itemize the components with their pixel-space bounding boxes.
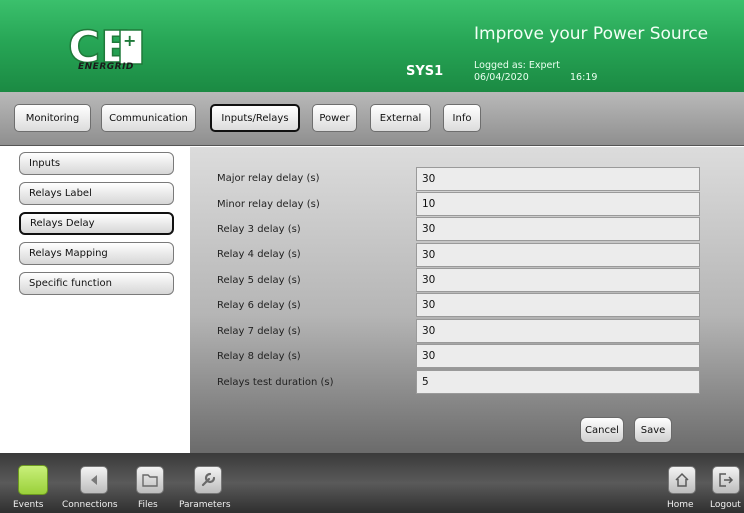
connections-label: Connections xyxy=(62,500,118,510)
save-button[interactable]: Save xyxy=(634,417,672,443)
field-label-minor-relay: Minor relay delay (s) xyxy=(217,199,320,210)
events-button[interactable] xyxy=(18,465,48,495)
relays-delay-panel: Major relay delay (s) 30 Minor relay del… xyxy=(190,147,744,453)
field-label-relay-7: Relay 7 delay (s) xyxy=(217,326,301,337)
connections-button[interactable] xyxy=(80,466,108,494)
tab-bar: Monitoring Communication Inputs/Relays P… xyxy=(0,92,744,146)
tab-inputs-relays[interactable]: Inputs/Relays xyxy=(210,104,300,132)
side-menu: Inputs Relays Label Relays Delay Relays … xyxy=(0,147,190,453)
field-label-relay-4: Relay 4 delay (s) xyxy=(217,249,301,260)
field-relays-test-duration[interactable]: 5 xyxy=(416,370,700,394)
tab-monitoring[interactable]: Monitoring xyxy=(14,104,91,132)
svg-text:+: + xyxy=(123,31,136,50)
logout-icon xyxy=(719,473,734,487)
cancel-button[interactable]: Cancel xyxy=(580,417,624,443)
home-icon xyxy=(675,472,689,487)
tab-info[interactable]: Info xyxy=(443,104,481,132)
field-relay-3-delay[interactable]: 30 xyxy=(416,217,700,241)
side-item-specific-function[interactable]: Specific function xyxy=(19,272,174,295)
header-bar: CE + ENERGRID Improve your Power Source … xyxy=(0,0,744,92)
side-item-relays-mapping[interactable]: Relays Mapping xyxy=(19,242,174,265)
time-label: 16:19 xyxy=(570,72,598,83)
side-item-relays-delay[interactable]: Relays Delay xyxy=(19,212,174,235)
logout-button[interactable] xyxy=(712,466,740,494)
field-major-relay-delay[interactable]: 30 xyxy=(416,167,700,191)
field-label-relay-5: Relay 5 delay (s) xyxy=(217,275,301,286)
side-item-inputs[interactable]: Inputs xyxy=(19,152,174,175)
home-button[interactable] xyxy=(668,466,696,494)
bottom-nav-bar: Events Connections Files Parameters Home… xyxy=(0,453,744,513)
header-tagline: Improve your Power Source xyxy=(474,24,709,44)
connections-icon xyxy=(91,475,97,485)
field-label-relays-test: Relays test duration (s) xyxy=(217,377,334,388)
events-label: Events xyxy=(13,500,44,510)
field-label-relay-6: Relay 6 delay (s) xyxy=(217,300,301,311)
files-label: Files xyxy=(138,500,158,510)
folder-icon xyxy=(142,474,158,487)
date-label: 06/04/2020 xyxy=(474,72,529,83)
tab-communication[interactable]: Communication xyxy=(101,104,196,132)
field-label-major-relay: Major relay delay (s) xyxy=(217,173,320,184)
parameters-button[interactable] xyxy=(194,466,222,494)
field-relay-7-delay[interactable]: 30 xyxy=(416,319,700,343)
parameters-label: Parameters xyxy=(179,500,231,510)
logo-subtitle: ENERGRID xyxy=(78,62,134,72)
wrench-icon xyxy=(201,472,216,487)
logged-as-label: Logged as: Expert xyxy=(474,60,561,71)
field-label-relay-8: Relay 8 delay (s) xyxy=(217,351,301,362)
system-name: SYS1 xyxy=(406,64,444,79)
field-relay-4-delay[interactable]: 30 xyxy=(416,243,700,267)
logout-label: Logout xyxy=(710,500,741,510)
side-item-relays-label[interactable]: Relays Label xyxy=(19,182,174,205)
field-relay-8-delay[interactable]: 30 xyxy=(416,344,700,368)
tab-power[interactable]: Power xyxy=(312,104,357,132)
home-label: Home xyxy=(667,500,694,510)
tab-external[interactable]: External xyxy=(370,104,431,132)
field-relay-5-delay[interactable]: 30 xyxy=(416,268,700,292)
files-button[interactable] xyxy=(136,466,164,494)
field-relay-6-delay[interactable]: 30 xyxy=(416,293,700,317)
field-label-relay-3: Relay 3 delay (s) xyxy=(217,224,301,235)
field-minor-relay-delay[interactable]: 10 xyxy=(416,192,700,216)
